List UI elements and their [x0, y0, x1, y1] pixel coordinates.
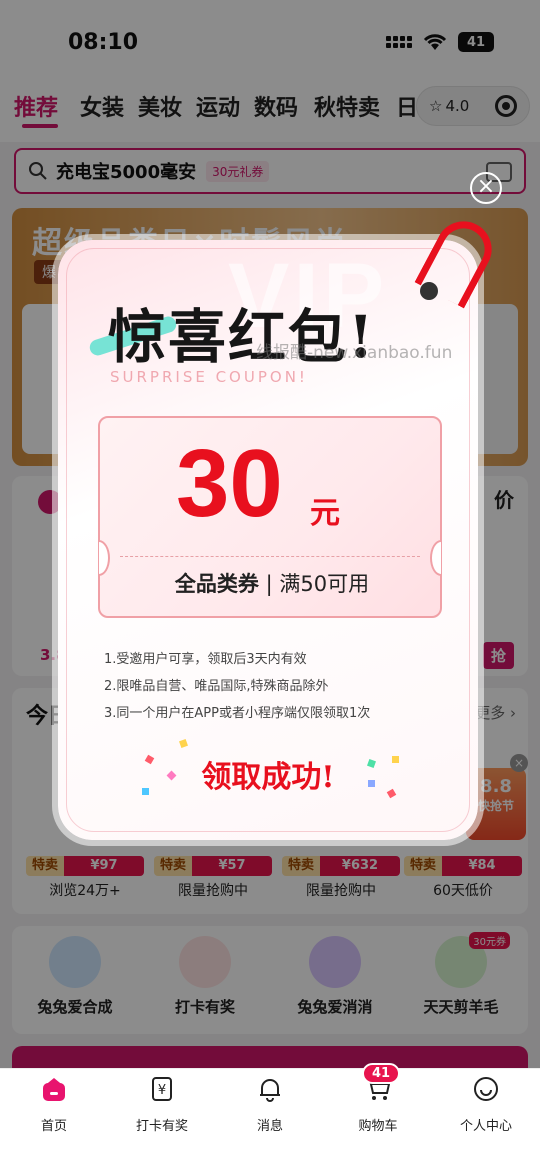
nav-label: 消息 — [256, 1119, 283, 1134]
checkin-icon: ¥ — [152, 1077, 172, 1101]
rule-item: 3.同一个用户在APP或者小程序端仅限领取1次 — [104, 706, 371, 721]
rule-item: 1.受邀用户可享，领取后3天内有效 — [104, 652, 307, 667]
nav-label: 打卡有奖 — [135, 1119, 188, 1134]
nav-label: 个人中心 — [459, 1119, 512, 1134]
bell-icon — [260, 1079, 280, 1102]
coupon-separator: | — [265, 572, 273, 596]
nav-home[interactable]: 首页 — [0, 1075, 108, 1134]
nav-messages[interactable]: 消息 — [216, 1075, 324, 1134]
coupon-rules: 1.受邀用户可享，领取后3天内有效 2.限唯品自营、唯品国际,特殊商品除外 3.… — [104, 646, 370, 727]
coupon-amount: 30 — [176, 430, 283, 537]
coupon-condition: 满50可用 — [279, 572, 370, 596]
coupon-popup: VIP 惊喜红包! SURPRISE COUPON! 线报酷-new.xianb… — [58, 240, 478, 840]
coupon-scope: 全品类券 — [174, 572, 259, 596]
coupon-card: 30 元 全品类券 | 满50可用 — [98, 416, 442, 618]
coupon-description: 全品类券 | 满50可用 — [100, 568, 444, 598]
success-text: 领取成功! — [201, 760, 335, 795]
nav-profile[interactable]: 个人中心 — [432, 1075, 540, 1134]
coupon-divider — [120, 556, 420, 557]
coupon-unit: 元 — [310, 496, 340, 531]
nav-checkin[interactable]: ¥ 打卡有奖 — [108, 1075, 216, 1134]
confetti — [179, 739, 188, 748]
nav-label: 购物车 — [358, 1119, 398, 1134]
home-icon — [43, 1078, 65, 1101]
cart-badge: 41 — [362, 1063, 401, 1084]
close-icon[interactable]: × — [470, 172, 502, 204]
bottom-nav: 首页 ¥ 打卡有奖 消息 41 购物车 个人中心 — [0, 1063, 540, 1174]
svg-text:¥: ¥ — [158, 1083, 166, 1098]
rule-item: 2.限唯品自营、唯品国际,特殊商品除外 — [104, 679, 329, 694]
popup-subtitle: SURPRISE COUPON! — [110, 368, 308, 386]
nav-cart[interactable]: 41 购物车 — [324, 1063, 432, 1134]
site-watermark: 线报酷-new.xianbao.fun — [256, 343, 453, 363]
nav-label: 首页 — [40, 1119, 67, 1134]
profile-icon — [474, 1077, 498, 1101]
